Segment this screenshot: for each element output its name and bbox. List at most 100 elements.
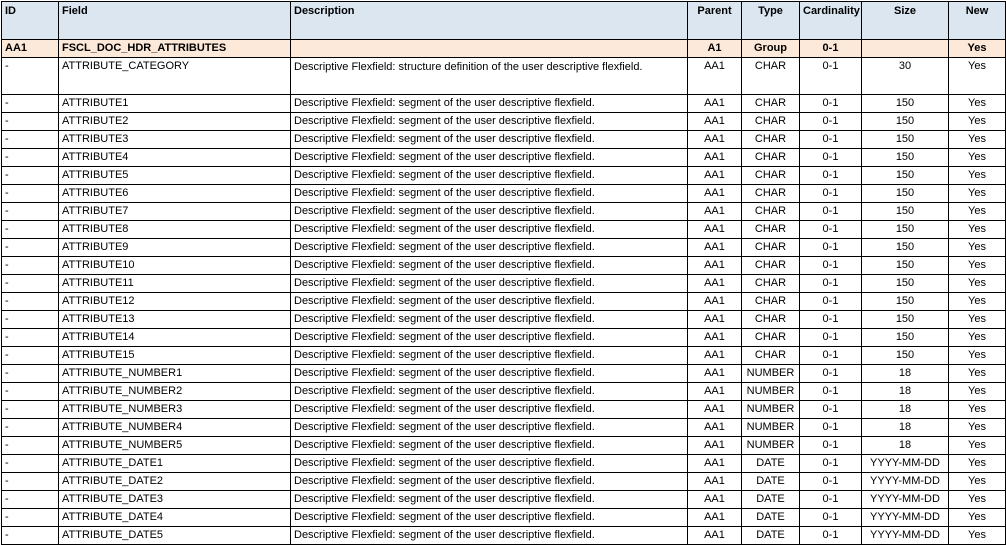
cell-new: Yes [948,112,1006,131]
cell-description: Descriptive Flexfield: segment of the us… [290,238,688,257]
cell-new: Yes [948,382,1006,401]
cell-id: - [1,418,59,437]
cell-description: Descriptive Flexfield: segment of the us… [290,400,688,419]
cell-cardinality: 0-1 [799,39,862,58]
table-row: - ATTRIBUTE5 Descriptive Flexfield: segmen… [1,166,1006,185]
cell-parent: AA1 [687,256,742,275]
cell-type: CHAR [741,130,800,149]
cell-description: Descriptive Flexfield: segment of the us… [290,418,688,437]
cell-cardinality: 0-1 [799,490,862,509]
cell-cardinality: 0-1 [799,292,862,311]
cell-type: DATE [741,508,800,527]
cell-new: Yes [948,184,1006,203]
cell-id: AA1 [1,39,59,58]
cell-size: 30 [861,57,949,95]
cell-type: NUMBER [741,418,800,437]
cell-type: DATE [741,454,800,473]
cell-size [861,39,949,58]
cell-cardinality: 0-1 [799,526,862,545]
cell-id: - [1,490,59,509]
cell-field: ATTRIBUTE_NUMBER5 [58,436,291,455]
cell-cardinality: 0-1 [799,57,862,95]
cell-field: ATTRIBUTE13 [58,310,291,329]
cell-new: Yes [948,202,1006,221]
cell-parent: AA1 [687,418,742,437]
cell-parent: AA1 [687,490,742,509]
cell-parent: AA1 [687,436,742,455]
cell-type: CHAR [741,94,800,113]
header-field: Field [58,1,291,40]
cell-id: - [1,112,59,131]
cell-size: 150 [861,184,949,203]
cell-id: - [1,274,59,293]
cell-description: Descriptive Flexfield: segment of the us… [290,436,688,455]
cell-cardinality: 0-1 [799,328,862,347]
cell-cardinality: 0-1 [799,346,862,365]
cell-id: - [1,400,59,419]
table-row: - ATTRIBUTE_NUMBER1 Descriptive Flexfield:… [1,364,1006,383]
cell-parent: AA1 [687,454,742,473]
cell-parent: AA1 [687,310,742,329]
cell-parent: AA1 [687,220,742,239]
cell-size: YYYY-MM-DD [861,526,949,545]
cell-field: FSCL_DOC_HDR_ATTRIBUTES [58,39,291,58]
header-type: Type [741,1,800,40]
cell-description: Descriptive Flexfield: segment of the us… [290,220,688,239]
cell-cardinality: 0-1 [799,112,862,131]
cell-type: CHAR [741,256,800,275]
cell-cardinality: 0-1 [799,220,862,239]
cell-type: CHAR [741,112,800,131]
cell-id: - [1,310,59,329]
cell-cardinality: 0-1 [799,184,862,203]
table-row: - ATTRIBUTE13 Descriptive Flexfield: segme… [1,310,1006,329]
cell-field: ATTRIBUTE_NUMBER4 [58,418,291,437]
cell-size: 18 [861,382,949,401]
cell-new: Yes [948,220,1006,239]
cell-field: ATTRIBUTE3 [58,130,291,149]
cell-id: - [1,202,59,221]
cell-size: YYYY-MM-DD [861,490,949,509]
cell-parent: AA1 [687,292,742,311]
cell-description: Descriptive Flexfield: segment of the us… [290,508,688,527]
cell-field: ATTRIBUTE_CATEGORY [58,57,291,95]
cell-description: Descriptive Flexfield: segment of the us… [290,328,688,347]
cell-description: Descriptive Flexfield: segment of the us… [290,148,688,167]
table-row: - ATTRIBUTE_NUMBER5 Descriptive Flexfield:… [1,436,1006,455]
table-row: - ATTRIBUTE_CATEGORY Descriptive Flexfield… [1,57,1006,95]
cell-parent: AA1 [687,184,742,203]
cell-new: Yes [948,39,1006,58]
cell-new: Yes [948,256,1006,275]
cell-parent: AA1 [687,364,742,383]
cell-parent: AA1 [687,112,742,131]
cell-size: 150 [861,130,949,149]
cell-description: Descriptive Flexfield: segment of the us… [290,346,688,365]
cell-new: Yes [948,472,1006,491]
cell-new: Yes [948,238,1006,257]
cell-size: YYYY-MM-DD [861,472,949,491]
cell-field: ATTRIBUTE12 [58,292,291,311]
cell-id: - [1,454,59,473]
cell-id: - [1,436,59,455]
cell-id: - [1,220,59,239]
cell-size: 18 [861,418,949,437]
cell-new: Yes [948,166,1006,185]
header-parent: Parent [687,1,742,40]
cell-parent: AA1 [687,166,742,185]
cell-field: ATTRIBUTE_DATE2 [58,472,291,491]
table-row: - ATTRIBUTE7 Descriptive Flexfield: segmen… [1,202,1006,221]
cell-type: DATE [741,472,800,491]
cell-parent: AA1 [687,202,742,221]
cell-type: DATE [741,490,800,509]
cell-id: - [1,508,59,527]
header-cardinality: Cardinality [799,1,862,40]
cell-id: - [1,94,59,113]
cell-parent: AA1 [687,238,742,257]
cell-cardinality: 0-1 [799,382,862,401]
cell-cardinality: 0-1 [799,472,862,491]
cell-size: 150 [861,148,949,167]
cell-new: Yes [948,130,1006,149]
cell-field: ATTRIBUTE4 [58,148,291,167]
cell-size: 150 [861,310,949,329]
cell-cardinality: 0-1 [799,238,862,257]
cell-new: Yes [948,328,1006,347]
